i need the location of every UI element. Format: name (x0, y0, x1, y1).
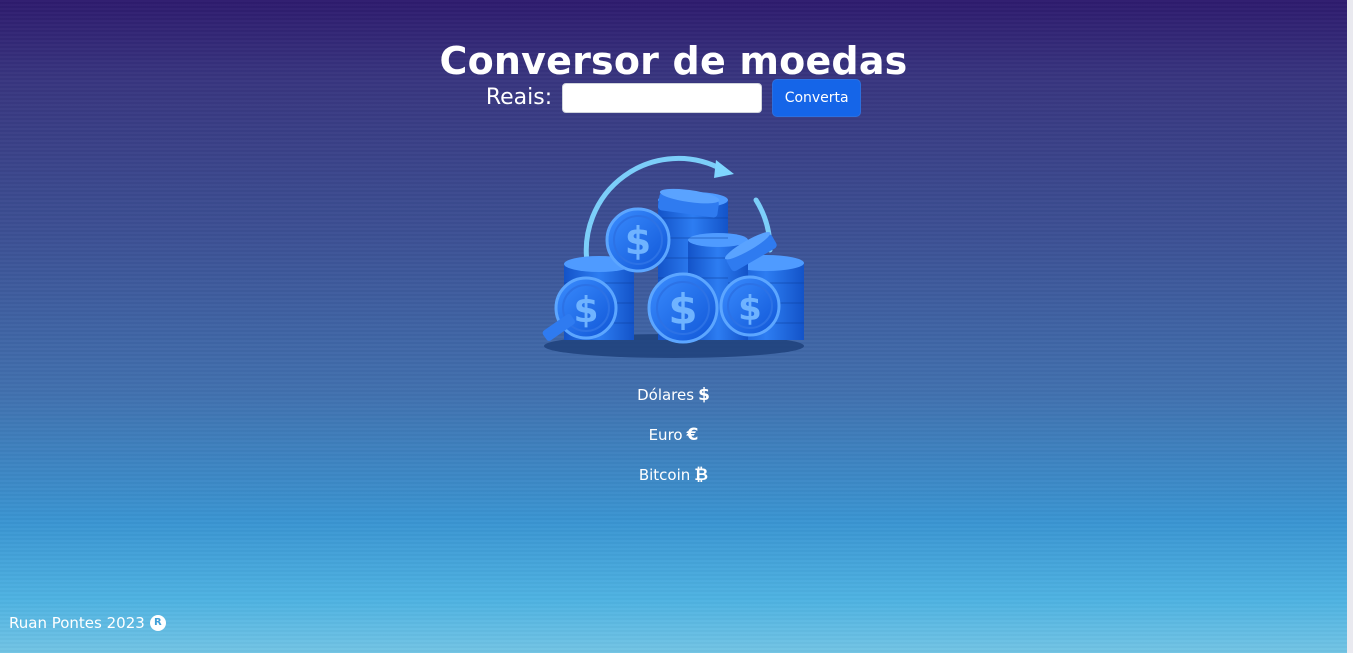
currency-item-euro[interactable]: Euro € (0, 424, 1347, 464)
coins-exchange-icon: $ $ $ $ (542, 155, 804, 358)
registered-icon: R (149, 615, 166, 631)
coin: $ (605, 207, 671, 273)
currency-item-dolares[interactable]: Dólares $ (0, 384, 1347, 424)
currency-label: Euro (648, 426, 683, 444)
coin: $ (719, 275, 781, 337)
currency-label: Dólares (637, 386, 695, 404)
converter-form: Reais: Converta (0, 79, 1347, 117)
dollar-icon: $ (698, 385, 710, 405)
scrollbar[interactable] (1347, 0, 1353, 653)
currency-list: Dólares $ Euro € Bitcoin ₿ (0, 384, 1347, 504)
bitcoin-icon: ₿ (694, 465, 709, 485)
svg-text:$: $ (573, 290, 598, 331)
euro-icon: € (686, 425, 699, 445)
footer-text: Ruan Pontes 2023 (9, 614, 145, 632)
reais-label: Reais: (485, 85, 553, 110)
reais-input[interactable] (562, 83, 763, 113)
convert-button[interactable]: Converta (772, 79, 862, 117)
coin: $ (647, 272, 719, 344)
currency-item-bitcoin[interactable]: Bitcoin ₿ (0, 464, 1347, 504)
currency-label: Bitcoin (638, 466, 691, 484)
svg-text:$: $ (668, 285, 697, 334)
footer: Ruan Pontes 2023 R (9, 613, 166, 633)
svg-text:$: $ (738, 289, 762, 329)
svg-text:$: $ (625, 219, 651, 263)
